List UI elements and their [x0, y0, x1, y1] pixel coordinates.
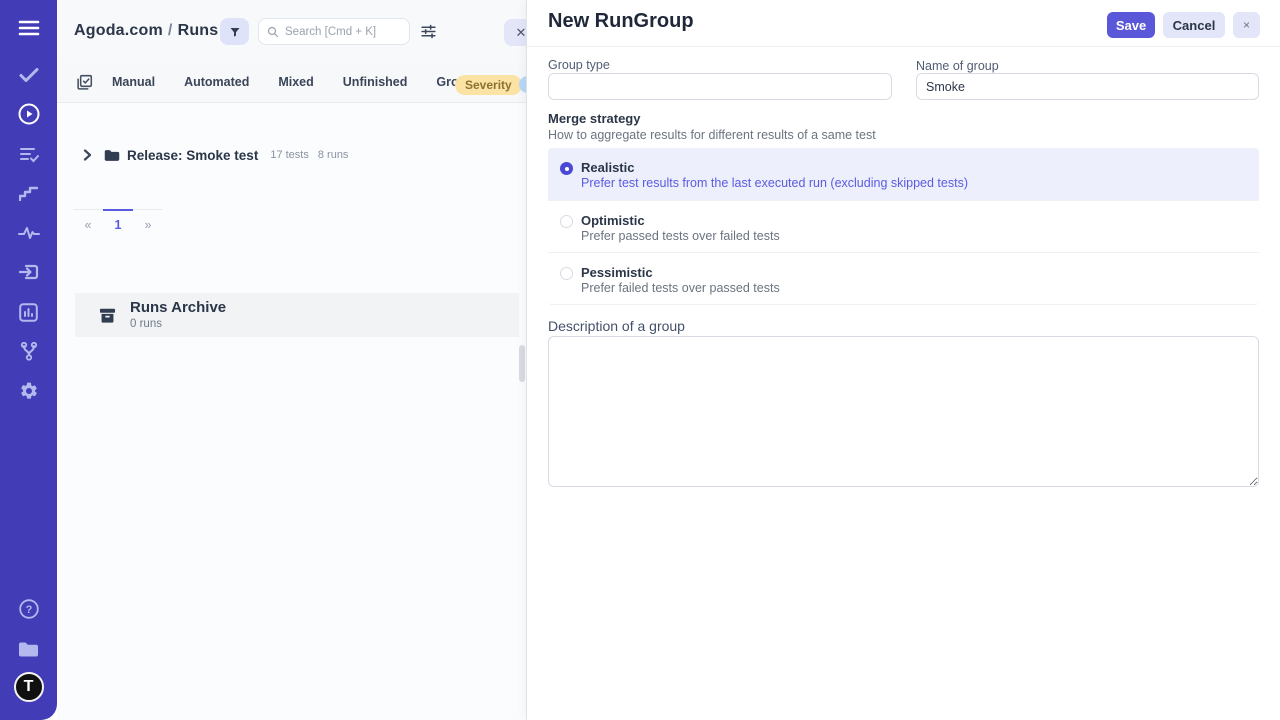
- tab-automated[interactable]: Automated: [184, 75, 249, 89]
- tab-manual[interactable]: Manual: [112, 75, 155, 89]
- tests-check-icon[interactable]: [0, 60, 57, 90]
- archive-title: Runs Archive: [130, 300, 226, 316]
- name-of-group-input[interactable]: [916, 73, 1259, 100]
- runs-play-icon[interactable]: [0, 99, 57, 129]
- description-label: Description of a group: [548, 318, 685, 334]
- archive-box-icon: [98, 306, 117, 325]
- option-title: Optimistic: [581, 213, 645, 228]
- merge-strategy-label: Merge strategy: [548, 111, 640, 126]
- cancel-button[interactable]: Cancel: [1163, 12, 1225, 38]
- radio-optimistic[interactable]: [560, 215, 573, 228]
- radio-realistic[interactable]: [560, 162, 573, 175]
- description-textarea[interactable]: [548, 336, 1259, 487]
- select-all-icon[interactable]: [76, 74, 93, 96]
- merge-strategy-options: Realistic Prefer test results from the l…: [548, 148, 1259, 305]
- avatar-letter: T: [14, 672, 44, 702]
- runs-count: 8 runs: [318, 149, 349, 161]
- filter-tabs: Manual Automated Mixed Unfinished Groups…: [57, 62, 526, 103]
- save-button[interactable]: Save: [1107, 12, 1155, 38]
- merge-strategy-hint: How to aggregate results for different r…: [548, 128, 876, 142]
- radio-pessimistic[interactable]: [560, 267, 573, 280]
- breadcrumb-project[interactable]: Agoda.com: [74, 22, 163, 39]
- import-icon[interactable]: [0, 257, 57, 287]
- search-box: [258, 18, 410, 45]
- name-of-group-label: Name of group: [916, 59, 999, 73]
- run-group-title[interactable]: Release: Smoke test: [127, 148, 258, 163]
- tab-mixed[interactable]: Mixed: [278, 75, 313, 89]
- search-icon: [267, 26, 279, 38]
- filter-button[interactable]: [220, 18, 249, 45]
- tune-sliders-icon[interactable]: [420, 23, 437, 45]
- pulse-icon[interactable]: [0, 218, 57, 248]
- option-description: Prefer passed tests over failed tests: [581, 229, 780, 243]
- archive-runs-count: 0 runs: [130, 318, 226, 330]
- new-rungroup-panel: New RunGroup Save Cancel × Group type Na…: [527, 0, 1280, 720]
- folder-icon: [104, 149, 120, 162]
- group-type-input[interactable]: [548, 73, 892, 100]
- user-avatar[interactable]: T: [0, 672, 57, 702]
- rungroup-header: New RunGroup Save Cancel ×: [527, 0, 1280, 47]
- help-icon[interactable]: ?: [0, 594, 57, 624]
- scrollbar-thumb[interactable]: [519, 345, 525, 382]
- menu-icon[interactable]: [0, 13, 57, 43]
- breadcrumb-separator: /: [163, 22, 178, 39]
- settings-gear-icon[interactable]: [0, 376, 57, 406]
- pagination-next[interactable]: »: [133, 209, 163, 239]
- tests-count: 17 tests: [270, 149, 309, 161]
- pagination: « 1 »: [73, 209, 163, 239]
- pagination-page-1[interactable]: 1: [103, 209, 133, 239]
- archive-text: Runs Archive 0 runs: [130, 300, 226, 330]
- group-type-label: Group type: [548, 58, 610, 72]
- funnel-icon: [229, 26, 241, 38]
- plans-list-check-icon[interactable]: [0, 139, 57, 169]
- close-icon[interactable]: ×: [1233, 12, 1260, 38]
- run-group-row[interactable]: Release: Smoke test 17 tests 8 runs: [57, 140, 526, 170]
- breadcrumb: Agoda.com/Runs: [74, 22, 218, 40]
- option-title: Pessimistic: [581, 265, 653, 280]
- app-sidebar: ? T: [0, 0, 57, 720]
- search-input[interactable]: [285, 26, 401, 38]
- header-close-button[interactable]: ✕: [504, 19, 527, 46]
- analytics-chart-icon[interactable]: [0, 297, 57, 327]
- runs-archive-row[interactable]: Runs Archive 0 runs: [75, 293, 519, 337]
- merge-option-realistic[interactable]: Realistic Prefer test results from the l…: [548, 148, 1259, 200]
- chevron-right-icon[interactable]: [83, 149, 92, 161]
- severity-badge[interactable]: Severity: [455, 75, 522, 95]
- branch-icon[interactable]: [0, 336, 57, 366]
- projects-folder-icon[interactable]: [0, 634, 57, 664]
- merge-option-optimistic[interactable]: Optimistic Prefer passed tests over fail…: [548, 200, 1259, 252]
- option-description: Prefer test results from the last execut…: [581, 176, 968, 190]
- page-title: New RunGroup: [548, 10, 694, 33]
- pagination-prev[interactable]: «: [73, 209, 103, 239]
- svg-text:?: ?: [25, 604, 32, 616]
- option-title: Realistic: [581, 160, 634, 175]
- runs-list-panel: Agoda.com/Runs ✕ Manual Automated Mixed …: [57, 0, 527, 720]
- steps-icon[interactable]: [0, 178, 57, 208]
- runs-header: Agoda.com/Runs ✕: [57, 0, 526, 62]
- runs-list-content: Release: Smoke test 17 tests 8 runs « 1 …: [57, 103, 526, 720]
- breadcrumb-page: Runs: [178, 22, 219, 39]
- merge-option-pessimistic[interactable]: Pessimistic Prefer failed tests over pas…: [548, 252, 1259, 304]
- option-description: Prefer failed tests over passed tests: [581, 281, 780, 295]
- tab-unfinished[interactable]: Unfinished: [343, 75, 408, 89]
